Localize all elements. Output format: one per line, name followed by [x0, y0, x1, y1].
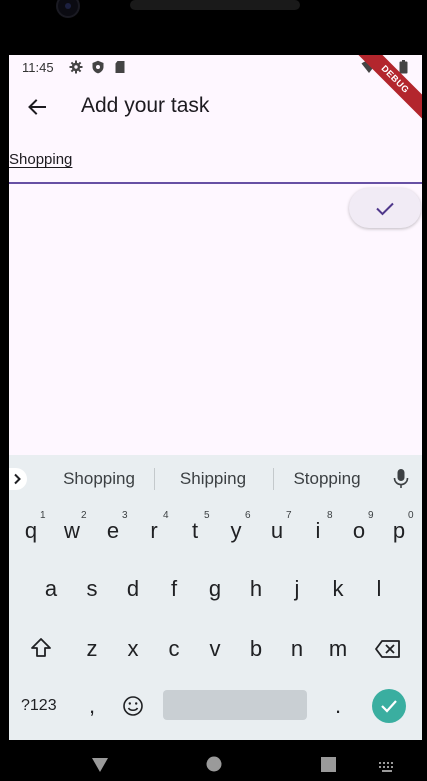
key-p[interactable]: p	[382, 518, 416, 544]
key-r-hint: 4	[163, 510, 169, 521]
suggestion-strip: Shopping Shipping Stopping	[9, 455, 422, 503]
key-v[interactable]: v	[198, 636, 232, 662]
suggestion-divider	[154, 468, 155, 490]
check-icon	[381, 700, 397, 713]
system-nav-bar	[0, 740, 427, 781]
key-q[interactable]: q	[14, 518, 48, 544]
key-m[interactable]: m	[321, 636, 355, 662]
key-y-hint: 6	[245, 510, 251, 521]
page-title: Add your task	[81, 94, 210, 117]
suggestion-2[interactable]: Shipping	[159, 469, 267, 489]
comma-key[interactable]: ,	[75, 693, 109, 719]
key-c[interactable]: c	[157, 636, 191, 662]
period-key[interactable]: .	[321, 693, 355, 719]
key-o-hint: 9	[368, 510, 374, 521]
spacebar[interactable]	[163, 690, 307, 720]
key-t-hint: 5	[204, 510, 210, 521]
app-screen: 11:45 DEBUG Add your task Shopping Shopp…	[9, 55, 422, 740]
enter-key[interactable]	[372, 689, 406, 723]
keyboard-switch-icon[interactable]	[379, 762, 395, 772]
suggestion-3[interactable]: Stopping	[273, 469, 381, 489]
key-l[interactable]: l	[362, 576, 396, 602]
key-u[interactable]: u	[260, 518, 294, 544]
key-r[interactable]: r	[137, 518, 171, 544]
key-s[interactable]: s	[75, 576, 109, 602]
recents-square-icon[interactable]	[321, 757, 336, 772]
key-i-hint: 8	[327, 510, 333, 521]
key-t[interactable]: t	[178, 518, 212, 544]
back-triangle-icon[interactable]	[91, 757, 109, 773]
key-a[interactable]: a	[34, 576, 68, 602]
on-screen-keyboard: Shopping Shipping Stopping q 1 w 2 e 3 r…	[9, 455, 422, 740]
task-input[interactable]: Shopping	[9, 148, 422, 184]
key-u-hint: 7	[286, 510, 292, 521]
input-underline	[9, 182, 422, 184]
key-n[interactable]: n	[280, 636, 314, 662]
shift-icon[interactable]	[29, 636, 53, 660]
key-h[interactable]: h	[239, 576, 273, 602]
home-circle-icon[interactable]	[206, 756, 222, 772]
check-icon	[376, 202, 394, 216]
key-j[interactable]: j	[280, 576, 314, 602]
app-bar: Add your task	[9, 81, 422, 133]
key-p-hint: 0	[408, 510, 414, 521]
key-o[interactable]: o	[342, 518, 376, 544]
key-e-hint: 3	[122, 510, 128, 521]
key-f[interactable]: f	[157, 576, 191, 602]
expand-toolbar-button[interactable]	[9, 468, 27, 490]
shield-icon	[92, 60, 104, 74]
key-w[interactable]: w	[55, 518, 89, 544]
back-arrow-icon[interactable]	[23, 93, 51, 121]
key-b[interactable]: b	[239, 636, 273, 662]
task-input-value[interactable]: Shopping	[9, 151, 72, 168]
save-task-button[interactable]	[349, 188, 421, 228]
backspace-icon[interactable]	[374, 638, 402, 660]
key-k[interactable]: k	[321, 576, 355, 602]
emoji-icon[interactable]	[122, 695, 144, 717]
microphone-icon[interactable]	[393, 468, 409, 490]
symbols-key[interactable]: ?123	[21, 697, 57, 715]
earpiece-speaker	[130, 0, 300, 10]
key-e[interactable]: e	[96, 518, 130, 544]
key-g[interactable]: g	[198, 576, 232, 602]
suggestion-1[interactable]: Shopping	[45, 469, 153, 489]
key-w-hint: 2	[81, 510, 87, 521]
status-time: 11:45	[22, 60, 54, 75]
key-d[interactable]: d	[116, 576, 150, 602]
front-camera	[58, 0, 78, 16]
key-y[interactable]: y	[219, 518, 253, 544]
key-q-hint: 1	[40, 510, 46, 521]
chevron-right-icon	[14, 473, 21, 485]
key-i[interactable]: i	[301, 518, 335, 544]
key-z[interactable]: z	[75, 636, 109, 662]
sd-card-icon	[115, 61, 125, 73]
settings-icon	[69, 60, 83, 74]
key-x[interactable]: x	[116, 636, 150, 662]
status-bar: 11:45 DEBUG	[9, 55, 422, 125]
